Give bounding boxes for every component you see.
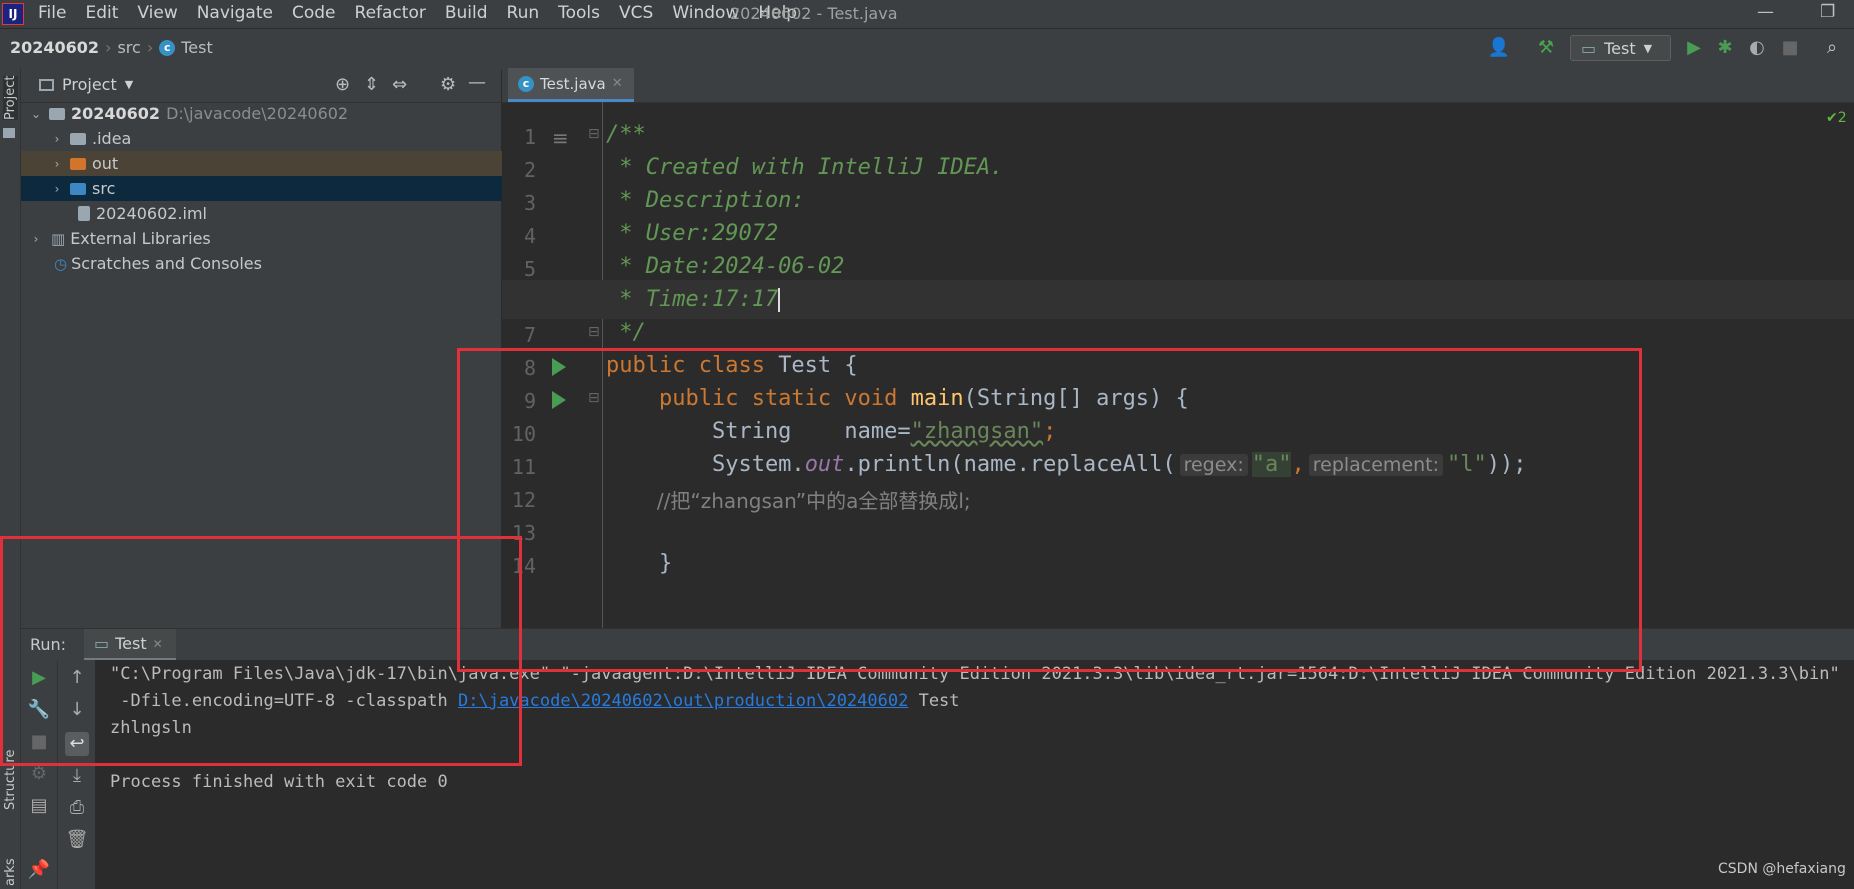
- folder-icon: [70, 132, 86, 145]
- navigation-bar: 20240602 › src › c Test 👤 ⚒ ▭ Test ▼ ▶ ✱…: [0, 28, 1854, 70]
- project-title: Project: [62, 75, 117, 94]
- layout-icon[interactable]: ▤: [27, 794, 51, 818]
- coverage-icon[interactable]: ◐: [1745, 36, 1769, 60]
- tree-item-src[interactable]: › src: [21, 176, 530, 201]
- minimize-button[interactable]: —: [1757, 2, 1774, 22]
- tree-item-label: External Libraries: [70, 229, 211, 248]
- tree-item-label: Scratches and Consoles: [71, 254, 262, 273]
- menu-edit[interactable]: Edit: [85, 3, 118, 23]
- user-icon[interactable]: 👤: [1487, 36, 1511, 60]
- print-icon[interactable]: ⎙: [65, 796, 89, 820]
- tree-item-external-libraries[interactable]: › ▥ External Libraries: [21, 226, 509, 251]
- locate-icon[interactable]: ⊕: [335, 74, 350, 95]
- code-text: * Time:17:17: [606, 287, 779, 312]
- text-caret: [778, 288, 781, 312]
- chevron-right-icon: ›: [105, 38, 112, 57]
- project-view-selector[interactable]: Project ▼: [39, 75, 133, 94]
- tree-item-project-root[interactable]: ⌄ 20240602 D:\javacode\20240602: [21, 101, 509, 126]
- project-view-icon: [39, 78, 54, 91]
- editor-tab-bar: c Test.java ✕: [502, 68, 1854, 103]
- tree-item-path: D:\javacode\20240602: [166, 104, 349, 123]
- run-icon[interactable]: ▶: [1682, 36, 1706, 60]
- scroll-to-end-icon[interactable]: ⤓: [65, 764, 89, 788]
- breadcrumb-src[interactable]: src: [117, 38, 140, 57]
- hide-panel-icon[interactable]: —: [468, 72, 486, 93]
- trash-icon[interactable]: 🗑: [65, 828, 89, 852]
- pin-icon[interactable]: 📌: [27, 858, 51, 882]
- breadcrumb: 20240602 › src › c Test: [10, 38, 213, 57]
- console-line: Process finished with exit code 0: [110, 772, 448, 792]
- tree-item-label: src: [92, 179, 116, 198]
- source-folder-icon: [70, 182, 86, 195]
- tree-item-label: out: [92, 154, 119, 173]
- watermark: CSDN @hefaxiang: [1718, 861, 1846, 877]
- project-tool-tab[interactable]: Project: [3, 75, 18, 120]
- chevron-down-icon: ▼: [124, 78, 134, 91]
- menu-run[interactable]: Run: [507, 3, 540, 23]
- stop-icon[interactable]: ■: [1778, 36, 1802, 60]
- collapse-all-icon[interactable]: ⇔: [392, 74, 407, 95]
- menu-bar: IJ File Edit View Navigate Code Refactor…: [0, 0, 1854, 28]
- expand-all-icon[interactable]: ⇕: [364, 74, 379, 95]
- tree-item-label: 20240602.iml: [96, 204, 207, 223]
- menu-code[interactable]: Code: [292, 3, 336, 23]
- breadcrumb-class[interactable]: Test: [181, 38, 213, 57]
- main-menu: File Edit View Navigate Code Refactor Bu…: [38, 3, 816, 23]
- module-folder-icon: [49, 107, 65, 120]
- tab-label: Test.java: [540, 74, 606, 93]
- libraries-icon: ▥: [51, 229, 66, 248]
- tree-item-iml[interactable]: 20240602.iml: [21, 201, 558, 226]
- menu-navigate[interactable]: Navigate: [197, 3, 273, 23]
- menu-view[interactable]: View: [137, 3, 177, 23]
- chevron-right-icon: ›: [54, 156, 60, 171]
- class-icon: c: [159, 39, 176, 56]
- restore-button[interactable]: ❐: [1820, 2, 1835, 22]
- tree-item-out[interactable]: › out: [21, 151, 530, 176]
- menu-build[interactable]: Build: [445, 3, 488, 23]
- excluded-folder-icon: [70, 157, 86, 170]
- chevron-right-icon: ›: [33, 231, 39, 246]
- chevron-right-icon: ›: [146, 38, 154, 57]
- chevron-right-icon: ›: [54, 181, 60, 196]
- scratches-icon: ◷: [54, 254, 68, 273]
- tree-item-label: .idea: [92, 129, 132, 148]
- chevron-right-icon: ›: [54, 131, 60, 146]
- chevron-down-icon: ▼: [1643, 41, 1653, 55]
- tab-test-java[interactable]: c Test.java ✕: [508, 68, 634, 102]
- search-icon[interactable]: ⌕: [1820, 36, 1844, 60]
- tree-item-scratches[interactable]: ◷ Scratches and Consoles: [21, 251, 534, 276]
- menu-file[interactable]: File: [38, 3, 66, 23]
- classpath-link[interactable]: D:\javacode\20240602\out\production\2024…: [458, 691, 908, 711]
- intellij-logo-icon: IJ: [2, 3, 24, 25]
- project-panel-header: Project ▼ ⊕ ⇕ ⇔ ⚙ —: [21, 68, 501, 103]
- tree-item-label: 20240602: [71, 104, 161, 123]
- menu-vcs[interactable]: VCS: [619, 3, 653, 23]
- breadcrumb-project[interactable]: 20240602: [10, 38, 99, 57]
- menu-refactor[interactable]: Refactor: [355, 3, 426, 23]
- run-config-label: Test: [1604, 38, 1636, 58]
- class-icon: c: [518, 75, 534, 92]
- file-icon: [78, 206, 90, 221]
- application-icon: ▭: [1581, 38, 1597, 58]
- folder-icon: [3, 128, 15, 138]
- annotation-box-code: [457, 348, 1642, 672]
- chevron-down-icon: ⌄: [30, 106, 42, 121]
- debug-icon[interactable]: ✱: [1713, 36, 1737, 60]
- build-hammer-icon[interactable]: ⚒: [1534, 36, 1558, 60]
- console-text: Test: [908, 691, 960, 711]
- run-configuration-select[interactable]: ▭ Test ▼: [1570, 35, 1671, 61]
- menu-tools[interactable]: Tools: [558, 3, 600, 23]
- close-icon[interactable]: ✕: [612, 76, 623, 91]
- bookmarks-tool-tab[interactable]: arks: [3, 858, 18, 886]
- annotation-box-output: [0, 536, 522, 766]
- window-title: 20240602 - Test.java: [730, 4, 898, 23]
- tree-item-idea[interactable]: › .idea: [21, 126, 530, 151]
- gear-icon[interactable]: ⚙: [440, 74, 456, 95]
